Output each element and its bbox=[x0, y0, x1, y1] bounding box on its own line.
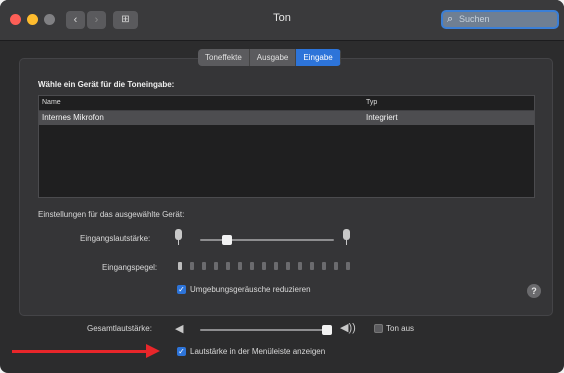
meter-segment bbox=[286, 262, 290, 270]
tab-ausgabe[interactable]: Ausgabe bbox=[249, 49, 297, 66]
column-name[interactable]: Name bbox=[42, 96, 61, 110]
meter-segment bbox=[322, 262, 326, 270]
output-volume-label: Gesamtlautstärke: bbox=[87, 324, 152, 333]
annotation-arrow-line bbox=[12, 350, 148, 353]
column-type[interactable]: Typ bbox=[366, 96, 377, 110]
table-row[interactable]: Internes Mikrofon Integriert bbox=[39, 111, 534, 125]
show-in-menubar-checkbox[interactable]: ✓ bbox=[177, 347, 186, 356]
microphone-high-icon bbox=[342, 229, 351, 247]
output-volume-knob[interactable] bbox=[322, 325, 332, 335]
annotation-arrow-icon bbox=[146, 344, 160, 358]
table-header: Name Typ bbox=[39, 96, 534, 111]
meter-segment bbox=[250, 262, 254, 270]
tab-toneffekte[interactable]: Toneffekte bbox=[198, 49, 250, 66]
meter-segment bbox=[298, 262, 302, 270]
title-bar: ‹ › ⊞ Ton ⌕ Suchen bbox=[0, 0, 564, 41]
preferences-window: ‹ › ⊞ Ton ⌕ Suchen Toneffekte Ausgabe Ei… bbox=[0, 0, 564, 373]
noise-reduction-checkbox[interactable]: ✓ bbox=[177, 285, 186, 294]
tab-eingabe[interactable]: Eingabe bbox=[296, 49, 341, 66]
mute-checkbox[interactable] bbox=[374, 324, 383, 333]
device-heading: Wähle ein Gerät für die Toneingabe: bbox=[38, 80, 175, 89]
device-name: Internes Mikrofon bbox=[42, 113, 104, 122]
meter-segment bbox=[334, 262, 338, 270]
noise-reduction-label[interactable]: Umgebungsgeräusche reduzieren bbox=[190, 285, 311, 294]
meter-segment bbox=[346, 262, 350, 270]
meter-segment bbox=[190, 262, 194, 270]
search-icon: ⌕ bbox=[447, 13, 454, 25]
meter-segment bbox=[262, 262, 266, 270]
search-placeholder: Suchen bbox=[459, 14, 490, 24]
device-table[interactable]: Name Typ Internes Mikrofon Integriert bbox=[38, 95, 535, 198]
meter-segment bbox=[178, 262, 182, 270]
input-volume-slider[interactable] bbox=[200, 239, 334, 241]
meter-segment bbox=[274, 262, 278, 270]
tab-bar: Toneffekte Ausgabe Eingabe bbox=[198, 49, 341, 66]
output-volume-slider[interactable] bbox=[200, 329, 328, 331]
speaker-low-icon: ◀ bbox=[175, 323, 184, 335]
meter-segment bbox=[238, 262, 242, 270]
show-in-menubar-label[interactable]: Lautstärke in der Menüleiste anzeigen bbox=[190, 347, 325, 356]
search-input[interactable]: ⌕ Suchen bbox=[441, 10, 559, 29]
input-volume-label: Eingangslautstärke: bbox=[80, 234, 151, 243]
settings-heading: Einstellungen für das ausgewählte Gerät: bbox=[38, 210, 185, 219]
microphone-low-icon bbox=[174, 229, 183, 247]
meter-segment bbox=[214, 262, 218, 270]
mute-label[interactable]: Ton aus bbox=[386, 324, 414, 333]
meter-segment bbox=[202, 262, 206, 270]
help-button[interactable]: ? bbox=[527, 284, 541, 298]
input-level-label: Eingangspegel: bbox=[102, 263, 158, 272]
input-level-meter bbox=[178, 262, 350, 270]
input-volume-knob[interactable] bbox=[222, 235, 232, 245]
device-type: Integriert bbox=[366, 113, 398, 122]
meter-segment bbox=[310, 262, 314, 270]
meter-segment bbox=[226, 262, 230, 270]
speaker-high-icon: ◀)) bbox=[340, 322, 356, 334]
